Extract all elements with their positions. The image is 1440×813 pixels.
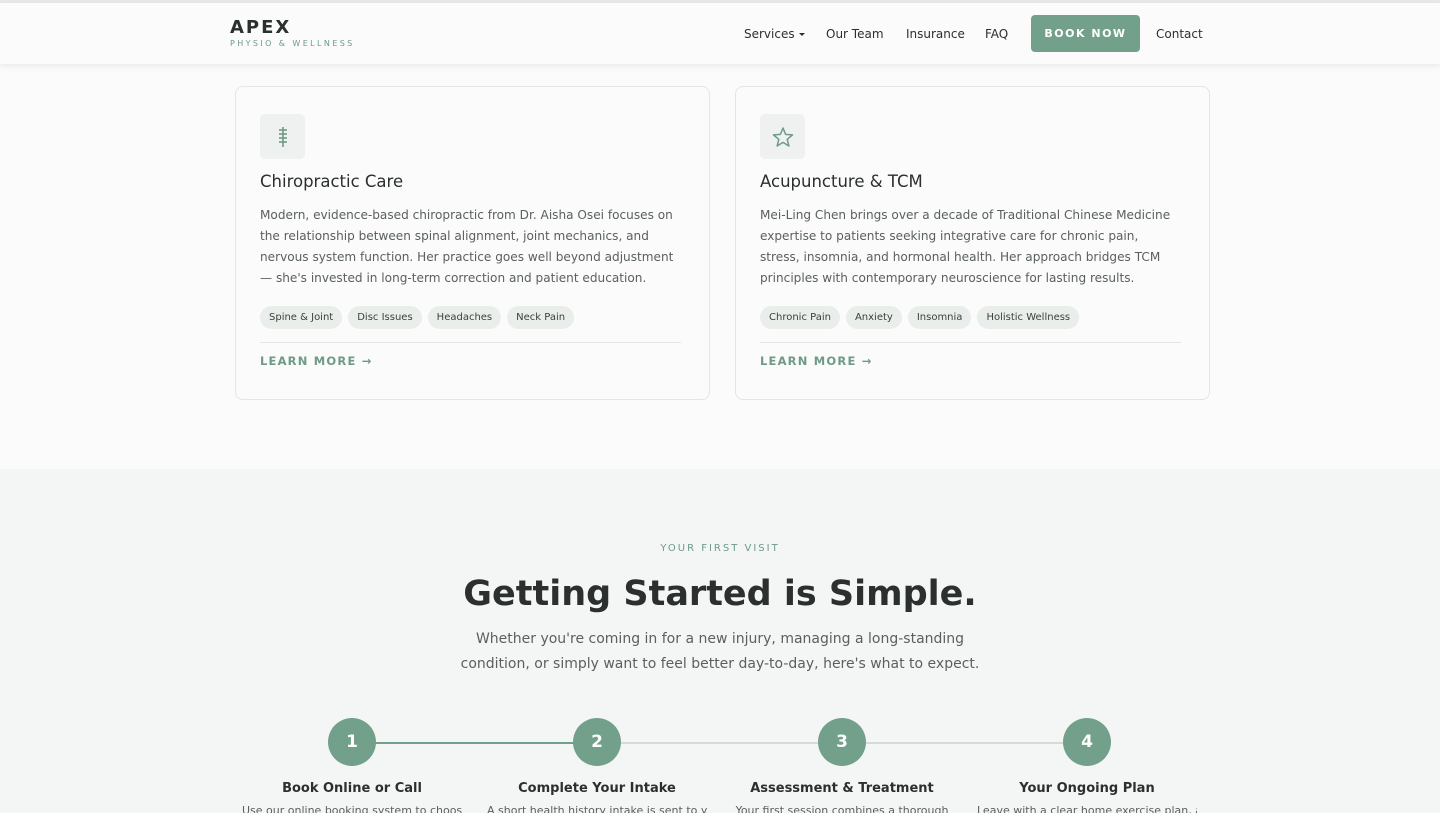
nav-services-label: Services (744, 27, 795, 41)
caret-down-icon (798, 33, 805, 36)
section-subtitle: Whether you're coming in for a new injur… (460, 631, 980, 672)
tag: Insomnia (907, 306, 972, 329)
steps-track-progress (352, 742, 597, 744)
step-description: Your first session combines a thorough (735, 804, 949, 813)
service-card-chiropractic: Chiropractic Care Modern, evidence-based… (235, 86, 710, 400)
tag: Disc Issues (348, 306, 422, 329)
site-header: APEX PHYSIO & WELLNESS Services Our Team… (0, 3, 1440, 64)
step-number: 3 (818, 718, 866, 766)
service-card-acupuncture: Acupuncture & TCM Mei-Ling Chen brings o… (735, 86, 1210, 400)
step-title: Your Ongoing Plan (1019, 781, 1155, 796)
first-visit-section: YOUR FIRST VISIT Getting Started is Simp… (0, 469, 1440, 813)
book-now-button[interactable]: BOOK NOW (1031, 15, 1140, 52)
nav-our-team[interactable]: Our Team (826, 26, 884, 42)
tag: Spine & Joint (260, 306, 343, 329)
nav-services-dropdown[interactable]: Services (744, 26, 805, 42)
tag: Headaches (427, 306, 502, 329)
step-title: Assessment & Treatment (750, 781, 934, 796)
service-title: Chiropractic Care (260, 172, 404, 191)
logo[interactable]: APEX PHYSIO & WELLNESS (230, 19, 355, 49)
learn-more-link[interactable]: LEARN MORE → (260, 354, 373, 368)
service-tags: Chronic Pain Anxiety Insomnia Holistic W… (760, 306, 1080, 329)
nav-faq[interactable]: FAQ (985, 26, 1008, 42)
logo-wordmark: APEX (230, 17, 292, 38)
nav-contact[interactable]: Contact (1156, 26, 1203, 42)
service-tags: Spine & Joint Disc Issues Headaches Neck… (260, 306, 575, 329)
step-title: Complete Your Intake (518, 781, 676, 796)
section-headline: Getting Started is Simple. (463, 574, 977, 614)
step-title: Book Online or Call (282, 781, 422, 796)
star-icon (760, 114, 805, 159)
service-title: Acupuncture & TCM (760, 172, 923, 191)
logo-tagline: PHYSIO & WELLNESS (230, 39, 355, 48)
tag: Chronic Pain (760, 306, 840, 329)
service-description: Modern, evidence-based chiropractic from… (260, 208, 674, 285)
nav-insurance[interactable]: Insurance (906, 26, 965, 42)
step-description: A short health history intake is sent to… (487, 804, 707, 813)
step-number: 1 (328, 718, 376, 766)
divider (260, 342, 681, 343)
step-number: 2 (573, 718, 621, 766)
learn-more-link[interactable]: LEARN MORE → (760, 354, 873, 368)
spine-icon (260, 114, 305, 159)
step-number: 4 (1063, 718, 1111, 766)
tag: Anxiety (845, 306, 902, 329)
section-eyebrow: YOUR FIRST VISIT (660, 543, 780, 554)
service-description: Mei-Ling Chen brings over a decade of Tr… (760, 208, 1171, 285)
step-description: Use our online booking system to choose (242, 804, 462, 813)
tag: Neck Pain (507, 306, 575, 329)
tag: Holistic Wellness (977, 306, 1080, 329)
step-description: Leave with a clear home exercise plan, a (977, 804, 1197, 813)
services-section (0, 64, 1440, 469)
divider (760, 342, 1181, 343)
